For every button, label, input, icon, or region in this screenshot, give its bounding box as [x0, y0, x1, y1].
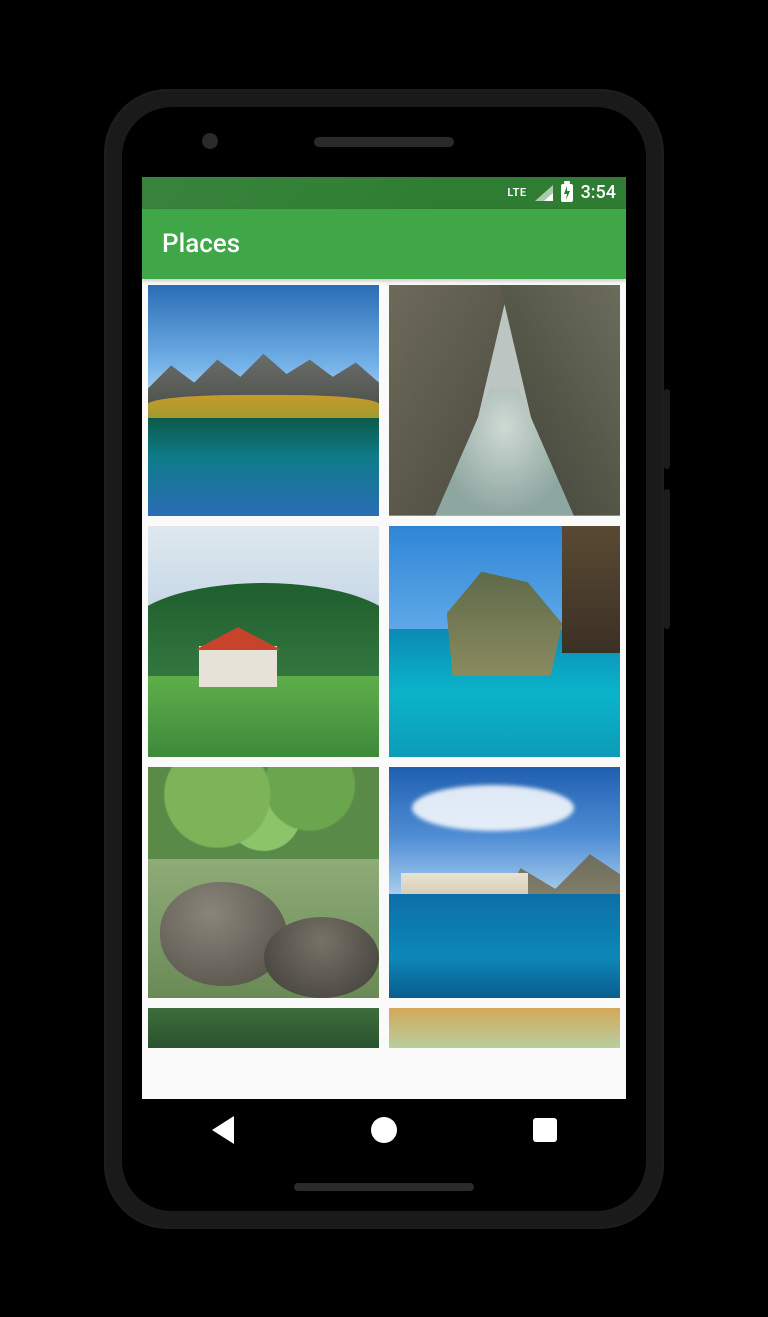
earpiece-speaker: [314, 137, 454, 147]
front-camera: [202, 133, 218, 149]
back-button[interactable]: [188, 1116, 258, 1144]
battery-icon: [561, 184, 573, 202]
status-clock: 3:54: [581, 182, 616, 203]
place-tile[interactable]: [389, 526, 620, 757]
back-icon: [212, 1116, 234, 1144]
place-tile[interactable]: [148, 767, 379, 998]
place-tile[interactable]: [389, 285, 620, 516]
app-title: Places: [162, 229, 240, 259]
recents-button[interactable]: [510, 1118, 580, 1142]
app-bar: Places: [142, 209, 626, 279]
signal-icon: [535, 185, 553, 201]
volume-button: [664, 489, 670, 629]
recents-icon: [533, 1118, 557, 1142]
device-frame: LTE 3:54 Places: [104, 89, 664, 1229]
place-tile[interactable]: [148, 285, 379, 516]
navigation-bar: [142, 1099, 626, 1161]
power-button: [664, 389, 670, 469]
place-tile[interactable]: [389, 1008, 620, 1048]
place-tile[interactable]: [148, 526, 379, 757]
screen: LTE 3:54 Places: [142, 177, 626, 1161]
home-icon: [371, 1117, 397, 1143]
place-tile[interactable]: [148, 1008, 379, 1048]
status-bar: LTE 3:54: [142, 177, 626, 209]
network-label: LTE: [507, 186, 526, 199]
place-tile[interactable]: [389, 767, 620, 998]
bottom-speaker: [294, 1183, 474, 1191]
places-grid[interactable]: [142, 279, 626, 1099]
home-button[interactable]: [349, 1117, 419, 1143]
